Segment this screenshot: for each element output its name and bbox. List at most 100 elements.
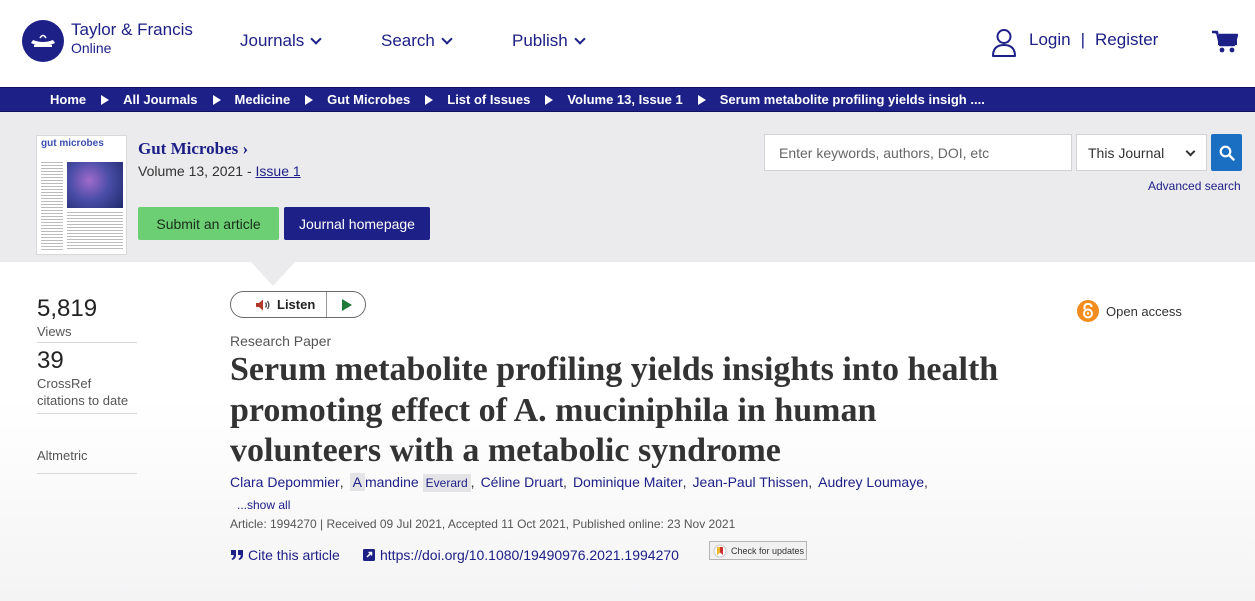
altmetric-metric[interactable]: Altmetric bbox=[37, 447, 88, 464]
journal-bar-notch bbox=[251, 262, 295, 286]
open-access-badge: Open access bbox=[1077, 300, 1182, 322]
nav-publish-label: Publish bbox=[512, 31, 568, 50]
breadcrumb-volume-issue[interactable]: Volume 13, Issue 1 bbox=[567, 92, 682, 107]
breadcrumb-medicine[interactable]: Medicine bbox=[235, 92, 291, 107]
breadcrumb-arrow-icon bbox=[697, 94, 706, 105]
altmetric-label: Altmetric bbox=[37, 448, 88, 463]
nav-journals[interactable]: Journals bbox=[240, 31, 322, 51]
issue-link[interactable]: Issue 1 bbox=[256, 163, 301, 179]
article-title: Serum metabolite profiling yields insigh… bbox=[230, 351, 999, 469]
logo-subtitle: Online bbox=[71, 40, 112, 56]
search-scope-select[interactable]: This Journal bbox=[1076, 134, 1207, 171]
views-count: 5,819 bbox=[37, 295, 98, 322]
citations-metric[interactable]: 39 CrossRef citations to date bbox=[37, 347, 128, 409]
breadcrumb-arrow-icon bbox=[305, 94, 314, 105]
breadcrumb: Home All Journals Medicine Gut Microbes … bbox=[0, 87, 1255, 112]
search-input[interactable] bbox=[764, 134, 1072, 171]
open-lock-icon bbox=[1077, 300, 1099, 322]
journal-name-link[interactable]: Gut Microbes › bbox=[138, 139, 248, 159]
login-link[interactable]: Login bbox=[1029, 30, 1071, 50]
check-updates-label: Check for updates bbox=[731, 545, 805, 556]
advanced-search-link[interactable]: Advanced search bbox=[1148, 179, 1241, 193]
cart-icon[interactable] bbox=[1212, 30, 1239, 59]
breadcrumb-current-article: Serum metabolite profiling yields insigh… bbox=[719, 92, 985, 107]
author-separator: , bbox=[470, 474, 475, 490]
chevron-down-icon bbox=[310, 33, 322, 45]
chevron-down-icon bbox=[574, 33, 586, 45]
logo-title: Taylor & Francis bbox=[71, 20, 193, 39]
article-meta: Article: 1994270 | Received 09 Jul 2021,… bbox=[230, 517, 736, 531]
author-link[interactable]: Audrey Loumaye bbox=[818, 474, 924, 490]
crossmark-icon bbox=[713, 544, 727, 557]
cover-title: gut microbes bbox=[41, 138, 104, 149]
author-separator: , bbox=[808, 474, 813, 490]
journal-homepage-button[interactable]: Journal homepage bbox=[284, 207, 430, 240]
breadcrumb-all-journals[interactable]: All Journals bbox=[123, 92, 197, 107]
journal-name-arrow-icon: › bbox=[242, 139, 249, 158]
cover-text-block bbox=[41, 162, 63, 250]
citations-label-1: CrossRef bbox=[37, 376, 92, 391]
divider bbox=[37, 342, 137, 343]
lamp-logo-icon bbox=[22, 20, 64, 62]
chevron-down-icon bbox=[441, 33, 453, 45]
cite-article-link[interactable]: Cite this article bbox=[230, 547, 340, 563]
breadcrumb-gut-microbes[interactable]: Gut Microbes bbox=[327, 92, 410, 107]
views-metric: 5,819 Views bbox=[37, 295, 97, 340]
external-link-icon bbox=[363, 549, 375, 561]
site-header: Taylor & Francis Online Journals Search … bbox=[0, 0, 1255, 87]
journal-name: Gut Microbes bbox=[138, 139, 239, 158]
volume-text: Volume 13, 2021 - bbox=[138, 163, 256, 179]
cover-text-block bbox=[67, 212, 123, 250]
author-link[interactable]: Dominique Maiter bbox=[573, 474, 683, 490]
author-link[interactable]: Amandine Everard bbox=[349, 473, 471, 492]
breadcrumb-list-of-issues[interactable]: List of Issues bbox=[447, 92, 530, 107]
search-button[interactable] bbox=[1211, 134, 1242, 171]
play-icon[interactable] bbox=[342, 299, 352, 311]
listen-divider bbox=[326, 292, 327, 317]
cite-label: Cite this article bbox=[248, 547, 340, 563]
breadcrumb-home[interactable]: Home bbox=[50, 92, 86, 107]
author-initial: A bbox=[349, 473, 365, 491]
nav-search-label: Search bbox=[381, 31, 435, 50]
breadcrumb-arrow-icon bbox=[212, 94, 221, 105]
author-last-name: Everard bbox=[422, 474, 471, 492]
open-access-label: Open access bbox=[1106, 303, 1182, 319]
show-all-authors-link[interactable]: ...show all bbox=[237, 498, 290, 512]
submit-article-button[interactable]: Submit an article bbox=[138, 207, 279, 240]
speaker-icon bbox=[256, 299, 270, 310]
user-icon[interactable] bbox=[991, 28, 1017, 63]
author-list: Clara Depommier, Amandine Everard, Céline… bbox=[230, 473, 934, 492]
taylor-francis-logo[interactable]: Taylor & Francis Online bbox=[22, 20, 193, 62]
breadcrumb-arrow-icon bbox=[545, 94, 554, 105]
views-label: Views bbox=[37, 324, 72, 339]
journal-cover-image[interactable]: gut microbes bbox=[36, 135, 127, 255]
listen-button[interactable]: Listen bbox=[230, 291, 366, 318]
citations-label-2: citations to date bbox=[37, 393, 129, 408]
citations-count: 39 bbox=[37, 347, 64, 374]
nav-search[interactable]: Search bbox=[381, 31, 453, 51]
chevron-down-icon bbox=[1185, 146, 1196, 157]
search-scope-value: This Journal bbox=[1088, 144, 1165, 161]
author-link[interactable]: Jean-Paul Thissen bbox=[693, 474, 809, 490]
author-separator: , bbox=[339, 474, 344, 490]
breadcrumb-arrow-icon bbox=[425, 94, 434, 105]
author-separator: , bbox=[563, 474, 567, 490]
divider bbox=[37, 413, 137, 414]
login-separator: | bbox=[1080, 30, 1086, 49]
journal-bar: gut microbes Gut Microbes › Volume 13, 2… bbox=[0, 112, 1255, 262]
author-link[interactable]: Clara Depommier bbox=[230, 474, 340, 490]
breadcrumb-arrow-icon bbox=[101, 94, 110, 105]
author-separator: , bbox=[923, 474, 928, 490]
doi-link[interactable]: https://doi.org/10.1080/19490976.2021.19… bbox=[363, 547, 679, 563]
register-link[interactable]: Register bbox=[1095, 30, 1158, 50]
article-type: Research Paper bbox=[230, 333, 332, 349]
author-link[interactable]: Céline Druart bbox=[481, 474, 563, 490]
account-links: Login | Register bbox=[1029, 30, 1158, 50]
quote-icon bbox=[231, 550, 243, 560]
doi-url: https://doi.org/10.1080/19490976.2021.19… bbox=[380, 547, 679, 563]
check-for-updates-button[interactable]: Check for updates bbox=[709, 541, 807, 560]
search-icon bbox=[1219, 145, 1235, 161]
nav-publish[interactable]: Publish bbox=[512, 31, 586, 51]
cover-art bbox=[67, 162, 123, 208]
divider bbox=[37, 473, 137, 474]
